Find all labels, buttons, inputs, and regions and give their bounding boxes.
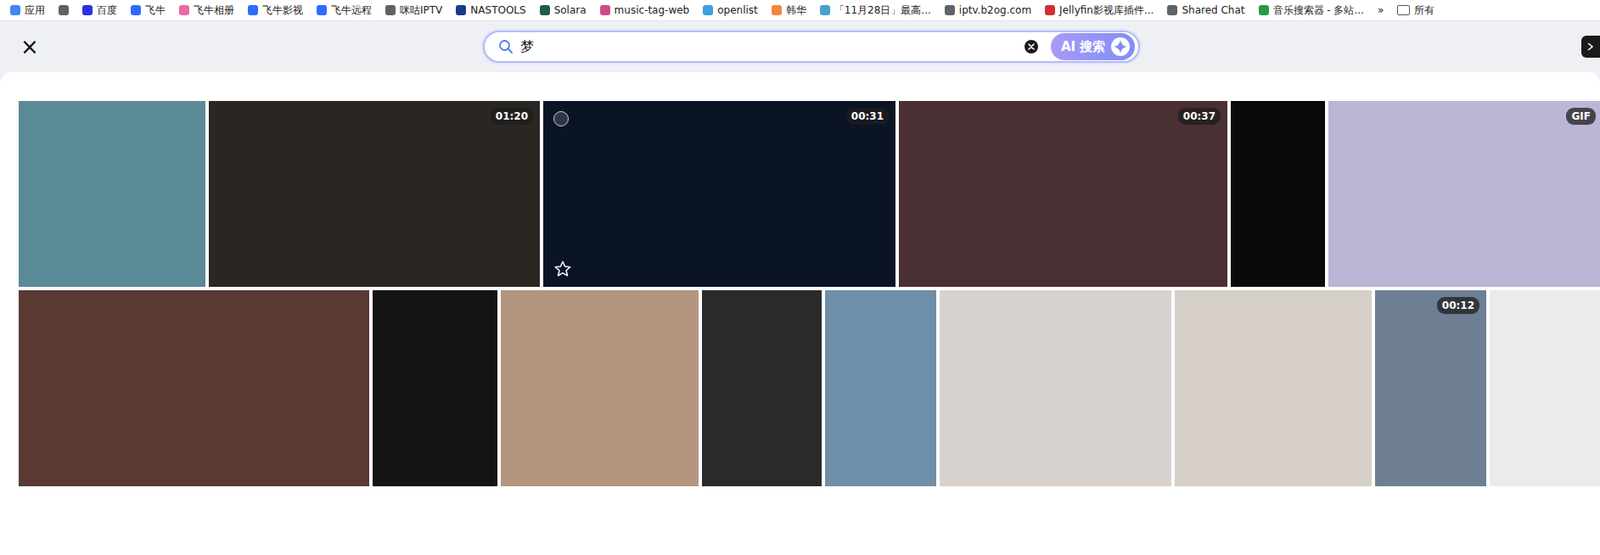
- site-icon: [10, 5, 21, 16]
- site-icon: [1258, 5, 1269, 16]
- star-icon[interactable]: [553, 259, 573, 279]
- site-icon: [1167, 5, 1178, 16]
- site-icon: [771, 5, 782, 16]
- site-icon: [539, 5, 551, 16]
- bookmark[interactable]: 音乐搜索器 - 多站...: [1258, 3, 1365, 18]
- bookmark[interactable]: 飞牛相册: [179, 3, 235, 18]
- duration-badge: 01:20: [490, 107, 534, 125]
- site-icon: [58, 5, 69, 16]
- duration-badge: GIF: [1566, 107, 1596, 125]
- media-tile[interactable]: [1174, 290, 1372, 487]
- bookmark-overflow[interactable]: »: [1377, 4, 1384, 17]
- result-row: 01:20 00:31 00:37 GIF: [18, 101, 1600, 287]
- bookmark[interactable]: openlist: [702, 4, 758, 17]
- search-icon: [498, 39, 514, 55]
- media-tile[interactable]: [1230, 101, 1325, 287]
- media-tile[interactable]: 00:37: [898, 101, 1228, 287]
- bookmark[interactable]: NASTOOLS: [455, 4, 526, 17]
- close-button[interactable]: ×: [16, 35, 43, 58]
- duration-badge: 00:31: [846, 107, 889, 125]
- duration-badge: 00:37: [1178, 107, 1221, 125]
- site-icon: [944, 5, 955, 16]
- bookmark[interactable]: [58, 5, 69, 16]
- site-icon: [316, 5, 327, 16]
- site-icon: [819, 5, 831, 16]
- media-tile[interactable]: [18, 290, 370, 487]
- bookmark[interactable]: Shared Chat: [1167, 4, 1245, 17]
- media-tile[interactable]: [939, 290, 1172, 487]
- expand-icon: [1585, 41, 1596, 52]
- media-tile[interactable]: [372, 290, 498, 487]
- media-tile[interactable]: [1489, 290, 1600, 487]
- media-tile[interactable]: 00:12: [1375, 290, 1487, 487]
- site-icon: [385, 5, 396, 16]
- result-row: 00:12: [18, 290, 1600, 487]
- bookmark[interactable]: 咪咕IPTV: [385, 3, 443, 18]
- site-icon: [455, 5, 466, 16]
- media-tile[interactable]: [825, 290, 937, 487]
- media-tile[interactable]: [701, 290, 822, 487]
- site-icon: [600, 5, 611, 16]
- sparkle-icon: [1110, 36, 1131, 57]
- site-icon: [82, 5, 93, 16]
- media-tile[interactable]: [18, 101, 206, 287]
- site-icon: [130, 5, 141, 16]
- all-bookmarks[interactable]: 所有: [1397, 3, 1435, 18]
- search-input[interactable]: 梦: [520, 38, 1017, 57]
- bookmark[interactable]: music-tag-web: [600, 4, 691, 17]
- select-circle-icon[interactable]: [553, 111, 569, 127]
- bookmark[interactable]: 百度: [82, 3, 118, 18]
- clear-icon[interactable]: [1023, 39, 1039, 55]
- site-icon: [702, 5, 713, 16]
- search-box[interactable]: 梦 AI 搜索: [482, 30, 1140, 63]
- page: 应用 百度 飞牛 飞牛相册 飞牛影视 飞牛远程 咪咕IPTV NASTOOLS …: [0, 0, 1600, 555]
- bookmark[interactable]: 应用: [10, 3, 45, 18]
- media-tile[interactable]: [500, 290, 699, 487]
- ai-search-button[interactable]: AI 搜索: [1050, 33, 1135, 61]
- side-button[interactable]: [1581, 35, 1600, 58]
- duration-badge: 00:12: [1437, 297, 1480, 315]
- folder-icon: [1397, 5, 1410, 16]
- bookmark[interactable]: 「11月28日」最高...: [819, 3, 932, 18]
- bookmark[interactable]: 飞牛远程: [316, 3, 372, 18]
- media-tile[interactable]: 01:20: [208, 101, 540, 287]
- media-tile[interactable]: GIF: [1328, 101, 1600, 287]
- media-tile[interactable]: 00:31: [543, 101, 896, 287]
- site-icon: [179, 5, 190, 16]
- bookmark[interactable]: Solara: [539, 4, 587, 17]
- search-header: × 梦 AI 搜索: [0, 21, 1600, 73]
- site-icon: [1044, 5, 1056, 16]
- results-panel: 01:20 00:31 00:37 GIF 00:12: [0, 72, 1600, 555]
- bookmark[interactable]: Jellyfin影视库插件...: [1044, 3, 1154, 18]
- bookmarks-bar: 应用 百度 飞牛 飞牛相册 飞牛影视 飞牛远程 咪咕IPTV NASTOOLS …: [0, 0, 1600, 22]
- bookmark[interactable]: 飞牛影视: [247, 3, 304, 18]
- bookmark[interactable]: 韩华: [771, 3, 807, 18]
- site-icon: [247, 5, 259, 16]
- bookmark[interactable]: iptv.b2og.com: [944, 4, 1032, 17]
- bookmark[interactable]: 飞牛: [130, 3, 166, 18]
